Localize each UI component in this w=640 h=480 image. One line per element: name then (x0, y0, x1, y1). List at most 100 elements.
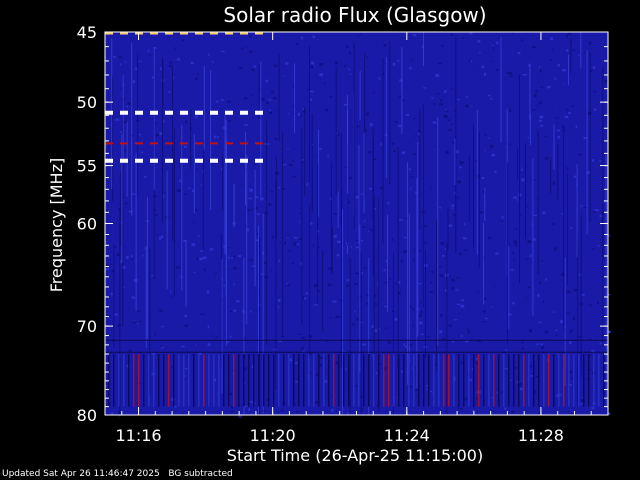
noise-pixel (247, 209, 251, 212)
noise-pixel (184, 193, 187, 196)
noise-pixel (520, 213, 522, 216)
band-line (498, 354, 500, 407)
noise-pixel (573, 317, 575, 320)
noise-pixel (513, 258, 515, 261)
noise-pixel (593, 211, 597, 213)
band-line (213, 354, 215, 407)
noise-pixel (546, 86, 551, 89)
noise-pixel (282, 75, 285, 77)
noise-pixel (271, 90, 274, 94)
band-line (233, 354, 235, 407)
noise-pixel (544, 135, 547, 138)
striation (473, 124, 474, 248)
band-line (408, 354, 410, 407)
noise-pixel (335, 315, 340, 318)
striation (131, 42, 133, 216)
noise-pixel (287, 148, 289, 150)
noise-pixel (313, 284, 318, 288)
noise-pixel (269, 109, 271, 112)
band-line (568, 354, 570, 407)
noise-pixel (355, 195, 359, 199)
noise-pixel (457, 406, 460, 410)
band-line (118, 354, 120, 407)
noise-pixel (132, 80, 135, 83)
striation (359, 71, 361, 121)
noise-pixel (192, 189, 194, 192)
noise-pixel (427, 335, 430, 338)
noise-pixel (530, 365, 533, 368)
noise-pixel (208, 53, 210, 57)
noise-pixel (549, 59, 553, 61)
noise-pixel (129, 210, 133, 213)
noise-pixel (317, 38, 319, 41)
noise-pixel (545, 330, 548, 334)
striation (525, 143, 526, 239)
striation (317, 164, 319, 304)
noise-pixel (291, 262, 294, 265)
band-line (283, 354, 285, 407)
noise-pixel (124, 61, 127, 63)
noise-pixel (250, 310, 252, 313)
noise-pixel (124, 202, 128, 205)
noise-pixel (468, 330, 470, 334)
noise-pixel (507, 143, 511, 145)
noise-pixel (462, 37, 464, 39)
striation (203, 65, 205, 151)
striation (347, 193, 349, 246)
noise-pixel (483, 310, 486, 313)
noise-pixel (414, 135, 416, 138)
band-line (328, 354, 330, 407)
noise-pixel (155, 214, 158, 216)
noise-pixel (260, 273, 263, 275)
striation (278, 53, 280, 142)
band-line (458, 354, 460, 407)
striation (408, 213, 410, 364)
noise-pixel (533, 238, 536, 241)
noise-pixel (528, 286, 531, 289)
striation (221, 259, 223, 394)
noise-pixel (440, 99, 442, 102)
noise-pixel (329, 317, 332, 319)
noise-pixel (181, 345, 185, 348)
noise-pixel (159, 309, 163, 312)
noise-pixel (281, 188, 285, 190)
striation (484, 187, 486, 222)
noise-pixel (463, 249, 468, 251)
bg-note: BG subtracted (168, 469, 233, 479)
noise-pixel (244, 405, 248, 408)
noise-pixel (231, 410, 234, 414)
noise-pixel (233, 267, 237, 270)
noise-pixel (184, 315, 187, 317)
band-line (288, 354, 290, 407)
band-line (403, 354, 405, 407)
striation (446, 243, 448, 415)
noise-pixel (509, 75, 513, 78)
noise-pixel (105, 151, 107, 153)
noise-pixel (227, 247, 230, 249)
y-tick-label: 50 (77, 93, 97, 112)
noise-pixel (451, 286, 454, 290)
noise-pixel (331, 394, 333, 396)
noise-pixel (451, 207, 453, 210)
noise-pixel (536, 343, 539, 346)
noise-pixel (251, 103, 253, 106)
striation (282, 131, 284, 337)
striation (360, 252, 362, 415)
noise-pixel (289, 249, 291, 253)
noise-pixel (404, 237, 407, 238)
noise-pixel (387, 341, 391, 344)
band-line (353, 354, 355, 407)
band-line (413, 354, 415, 407)
noise-pixel (418, 283, 423, 285)
noise-pixel (529, 329, 532, 333)
striation (172, 66, 173, 240)
noise-pixel (513, 196, 517, 199)
noise-pixel (170, 290, 172, 293)
noise-pixel (441, 407, 442, 409)
noise-pixel (118, 55, 122, 58)
noise-pixel (170, 295, 172, 299)
striation (260, 62, 262, 197)
noise-pixel (495, 32, 497, 35)
noise-pixel (460, 407, 464, 410)
noise-pixel (408, 168, 411, 171)
